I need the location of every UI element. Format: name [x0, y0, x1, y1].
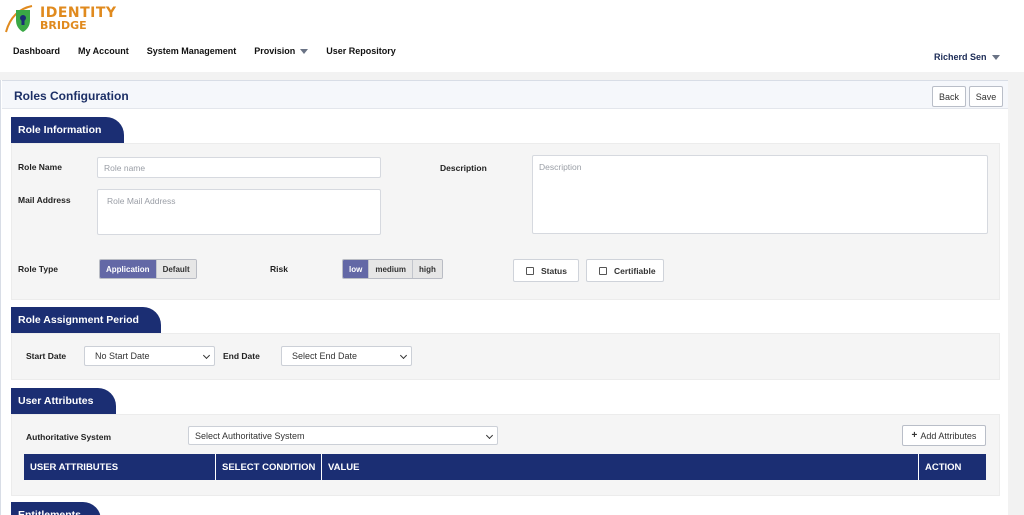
nav-label: Provision — [254, 46, 296, 56]
risk-low[interactable]: low — [343, 260, 370, 278]
column-header: VALUE — [322, 454, 919, 480]
logo-shield-icon — [5, 5, 33, 33]
entitlements-tab: Entitlements — [11, 502, 101, 515]
risk-label: Risk — [270, 264, 288, 274]
column-header: SELECT CONDITION — [216, 454, 322, 480]
risk-high[interactable]: high — [413, 260, 442, 278]
checkbox-icon — [526, 266, 534, 275]
add-attributes-label: Add Attributes — [920, 430, 977, 441]
end-date-value: Select End Date — [292, 351, 358, 361]
user-name: Richerd Sen — [934, 52, 987, 62]
role-type-toggle: Application Default — [99, 259, 197, 279]
chevron-down-icon — [485, 431, 494, 440]
mail-address-label: Mail Address — [18, 195, 71, 205]
start-date-label: Start Date — [26, 351, 67, 361]
user-attributes-tab: User Attributes — [11, 388, 116, 414]
nav-label: User Repository — [326, 46, 396, 56]
certifiable-label: Certifiable — [614, 265, 656, 276]
role-type-application[interactable]: Application — [100, 260, 157, 278]
nav-label: Dashboard — [13, 46, 61, 56]
risk-toggle: low medium high — [342, 259, 443, 279]
end-date-select[interactable]: Select End Date — [281, 346, 412, 366]
start-date-value: No Start Date — [95, 351, 150, 361]
nav-dashboard[interactable]: Dashboard — [13, 46, 60, 56]
certifiable-checkbox[interactable]: Certifiable — [586, 259, 664, 282]
column-header: ACTION — [925, 461, 962, 473]
role-name-label: Role Name — [18, 162, 62, 172]
description-field[interactable]: Description — [532, 155, 988, 234]
role-name-input[interactable]: Role name — [97, 157, 381, 178]
description-label: Description — [440, 163, 487, 173]
page-title: Roles Configuration — [14, 89, 129, 103]
authoritative-system-label: Authoritative System — [26, 432, 112, 442]
mail-address-field[interactable]: Role Mail Address — [97, 189, 381, 235]
column-header: USER ATTRIBUTES — [24, 454, 216, 480]
authoritative-system-select[interactable]: Select Authoritative System — [188, 426, 498, 445]
nav-my-account[interactable]: My Account — [78, 46, 129, 56]
chevron-down-icon — [300, 48, 309, 54]
back-button[interactable]: Back — [932, 86, 966, 107]
brand-logo[interactable]: IDENTITY BRIDGE — [4, 4, 116, 34]
save-button[interactable]: Save — [969, 86, 1003, 107]
chevron-down-icon — [991, 54, 1000, 60]
role-information-tab: Role Information — [11, 117, 124, 143]
brand-line2: BRIDGE — [40, 19, 87, 32]
chevron-down-icon — [202, 351, 211, 360]
nav-system-management[interactable]: System Management — [147, 46, 237, 56]
nav-provision[interactable]: Provision — [254, 46, 309, 56]
start-date-select[interactable]: No Start Date — [84, 346, 215, 366]
authoritative-system-value: Select Authoritative System — [195, 430, 305, 441]
nav-label: My Account — [78, 46, 129, 56]
risk-medium[interactable]: medium — [369, 260, 414, 278]
page-header: Roles Configuration Back Save — [2, 80, 1008, 109]
user-menu[interactable]: Richerd Sen — [934, 52, 1000, 62]
status-label: Status — [541, 265, 567, 276]
nav-user-repository[interactable]: User Repository — [326, 46, 396, 56]
checkbox-icon — [599, 266, 607, 275]
status-checkbox[interactable]: Status — [513, 259, 579, 282]
plus-icon: + — [911, 430, 918, 441]
add-attributes-button[interactable]: + Add Attributes — [902, 425, 986, 446]
chevron-down-icon — [399, 351, 408, 360]
role-assignment-tab: Role Assignment Period — [11, 307, 161, 333]
nav-label: System Management — [146, 46, 237, 56]
role-type-default[interactable]: Default — [156, 260, 196, 278]
attributes-table-header: USER ATTRIBUTES SELECT CONDITION VALUE A… — [24, 454, 986, 480]
end-date-label: End Date — [223, 351, 260, 361]
role-type-label: Role Type — [18, 264, 58, 274]
main-nav: Dashboard My Account System Management P… — [13, 46, 414, 56]
top-bar: IDENTITY BRIDGE Dashboard My Account Sys… — [0, 0, 1024, 72]
